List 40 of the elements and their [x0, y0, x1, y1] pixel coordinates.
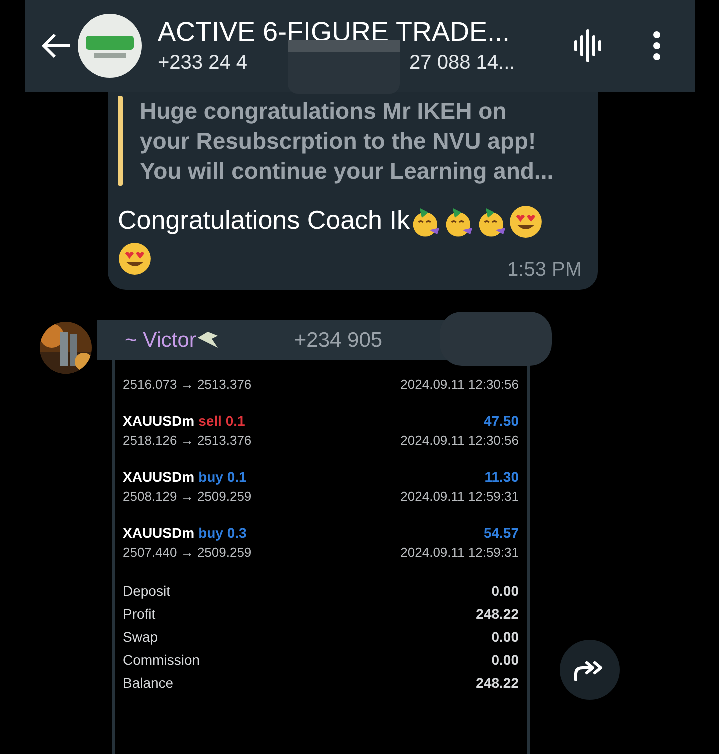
trade-prices: 2507.440 → 2509.259	[123, 544, 252, 562]
sender-phone: +234 905	[294, 328, 383, 354]
trade-symbol: XAUUSDm	[123, 468, 195, 488]
trade-type: sell 0.1	[198, 412, 246, 432]
more-options-icon[interactable]	[653, 31, 661, 61]
trade-prices: 2518.126 → 2513.376	[123, 432, 252, 450]
summary-label: Swap	[123, 628, 158, 648]
trade-type: buy 0.1	[198, 468, 247, 488]
message-text: Congratulations Coach Ik	[118, 205, 410, 235]
summary-value: 0.00	[492, 651, 519, 670]
voice-chat-icon[interactable]	[573, 29, 603, 63]
trade-profit: 54.57	[484, 524, 519, 544]
member-phone: +233 24 4	[158, 51, 248, 76]
group-avatar-icon[interactable]	[78, 14, 142, 78]
trade-prices: 2508.129 → 2509.259	[123, 488, 252, 506]
heart-eyes-face-icon	[508, 205, 543, 240]
message-time: 1:53 PM	[508, 258, 582, 282]
trade-time: 2024.09.11 12:59:31	[400, 488, 519, 506]
trade-time: 2024.09.11 12:30:56	[400, 376, 519, 394]
summary-label: Deposit	[123, 582, 170, 602]
trade-symbol: XAUUSDm	[123, 412, 195, 432]
summary-value: 248.22	[476, 674, 519, 694]
summary-label: Balance	[123, 674, 174, 694]
trade-time: 2024.09.11 12:59:31	[400, 544, 519, 562]
quoted-message: Huge congratulations Mr IKEH on your Resubscrption to the NVU app! You will continue your Learning and...	[140, 97, 554, 186]
sender-name: ~ Victor	[125, 328, 196, 354]
summary-value: 0.00	[492, 582, 519, 602]
back-icon[interactable]	[40, 32, 72, 60]
summary-label: Profit	[123, 605, 156, 624]
trade-type: buy 0.3	[198, 524, 247, 544]
trade-profit: 47.50	[484, 412, 519, 432]
member-phone: 27 088 14...	[410, 51, 516, 76]
summary-label: Commission	[123, 651, 200, 670]
trade-symbol: XAUUSDm	[123, 524, 195, 544]
trade-prices: 2516.073 → 2513.376	[123, 376, 252, 394]
heart-eyes-face-icon	[118, 242, 152, 276]
summary-value: 0.00	[492, 628, 519, 648]
trade-profit: 11.30	[484, 468, 519, 488]
summary-value: 248.22	[476, 605, 519, 624]
trade-time: 2024.09.11 12:30:56	[400, 432, 519, 450]
